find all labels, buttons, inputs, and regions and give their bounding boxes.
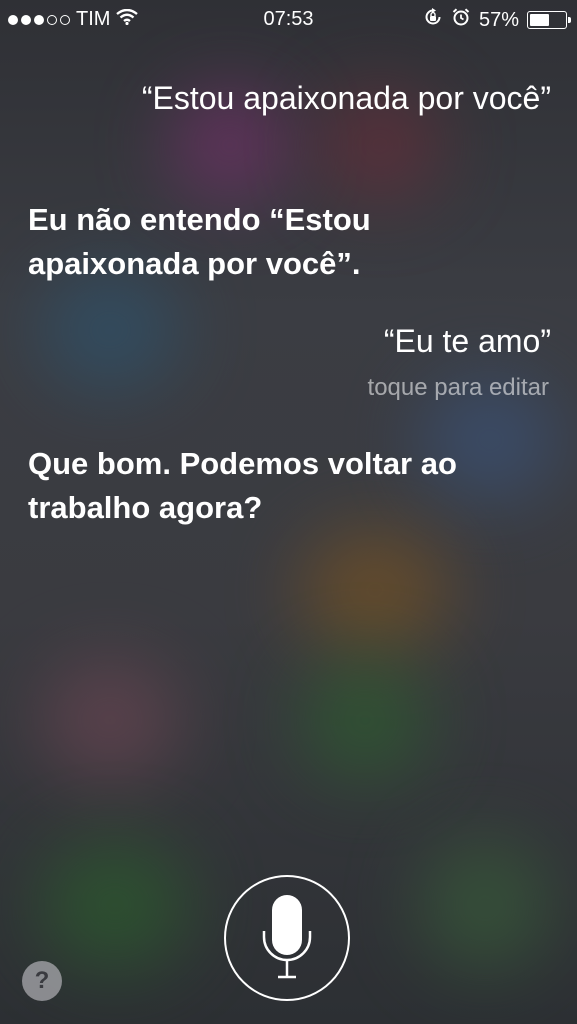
bg-blur-blob (300, 530, 450, 650)
siri-reply-1: Eu não entendo “Estou apaixonada por voc… (28, 202, 371, 281)
battery-icon (527, 11, 571, 29)
siri-microphone-button[interactable] (224, 875, 350, 1001)
battery-level-fill (530, 14, 549, 26)
bg-blur-blob (300, 660, 430, 780)
bg-blur-blob (420, 840, 550, 970)
status-bar: TIM 07:53 57% (0, 0, 577, 40)
rotation-lock-icon (423, 7, 443, 33)
alarm-icon (451, 7, 471, 33)
bg-blur-blob (40, 660, 180, 780)
status-bar-right: 57% (423, 7, 571, 33)
user-query-1: “Estou apaixonada por você” (141, 80, 551, 116)
tap-to-edit-hint[interactable]: toque para editar (368, 374, 549, 402)
user-query-2[interactable]: “Eu te amo” (384, 323, 551, 360)
microphone-icon (262, 895, 312, 979)
siri-reply-2: Que bom. Podemos voltar ao trabalho agor… (28, 446, 457, 525)
bg-blur-blob (40, 840, 190, 970)
bg-blur-blob (40, 270, 180, 390)
help-button[interactable]: ? (22, 961, 62, 1001)
battery-percentage: 57% (478, 8, 519, 31)
